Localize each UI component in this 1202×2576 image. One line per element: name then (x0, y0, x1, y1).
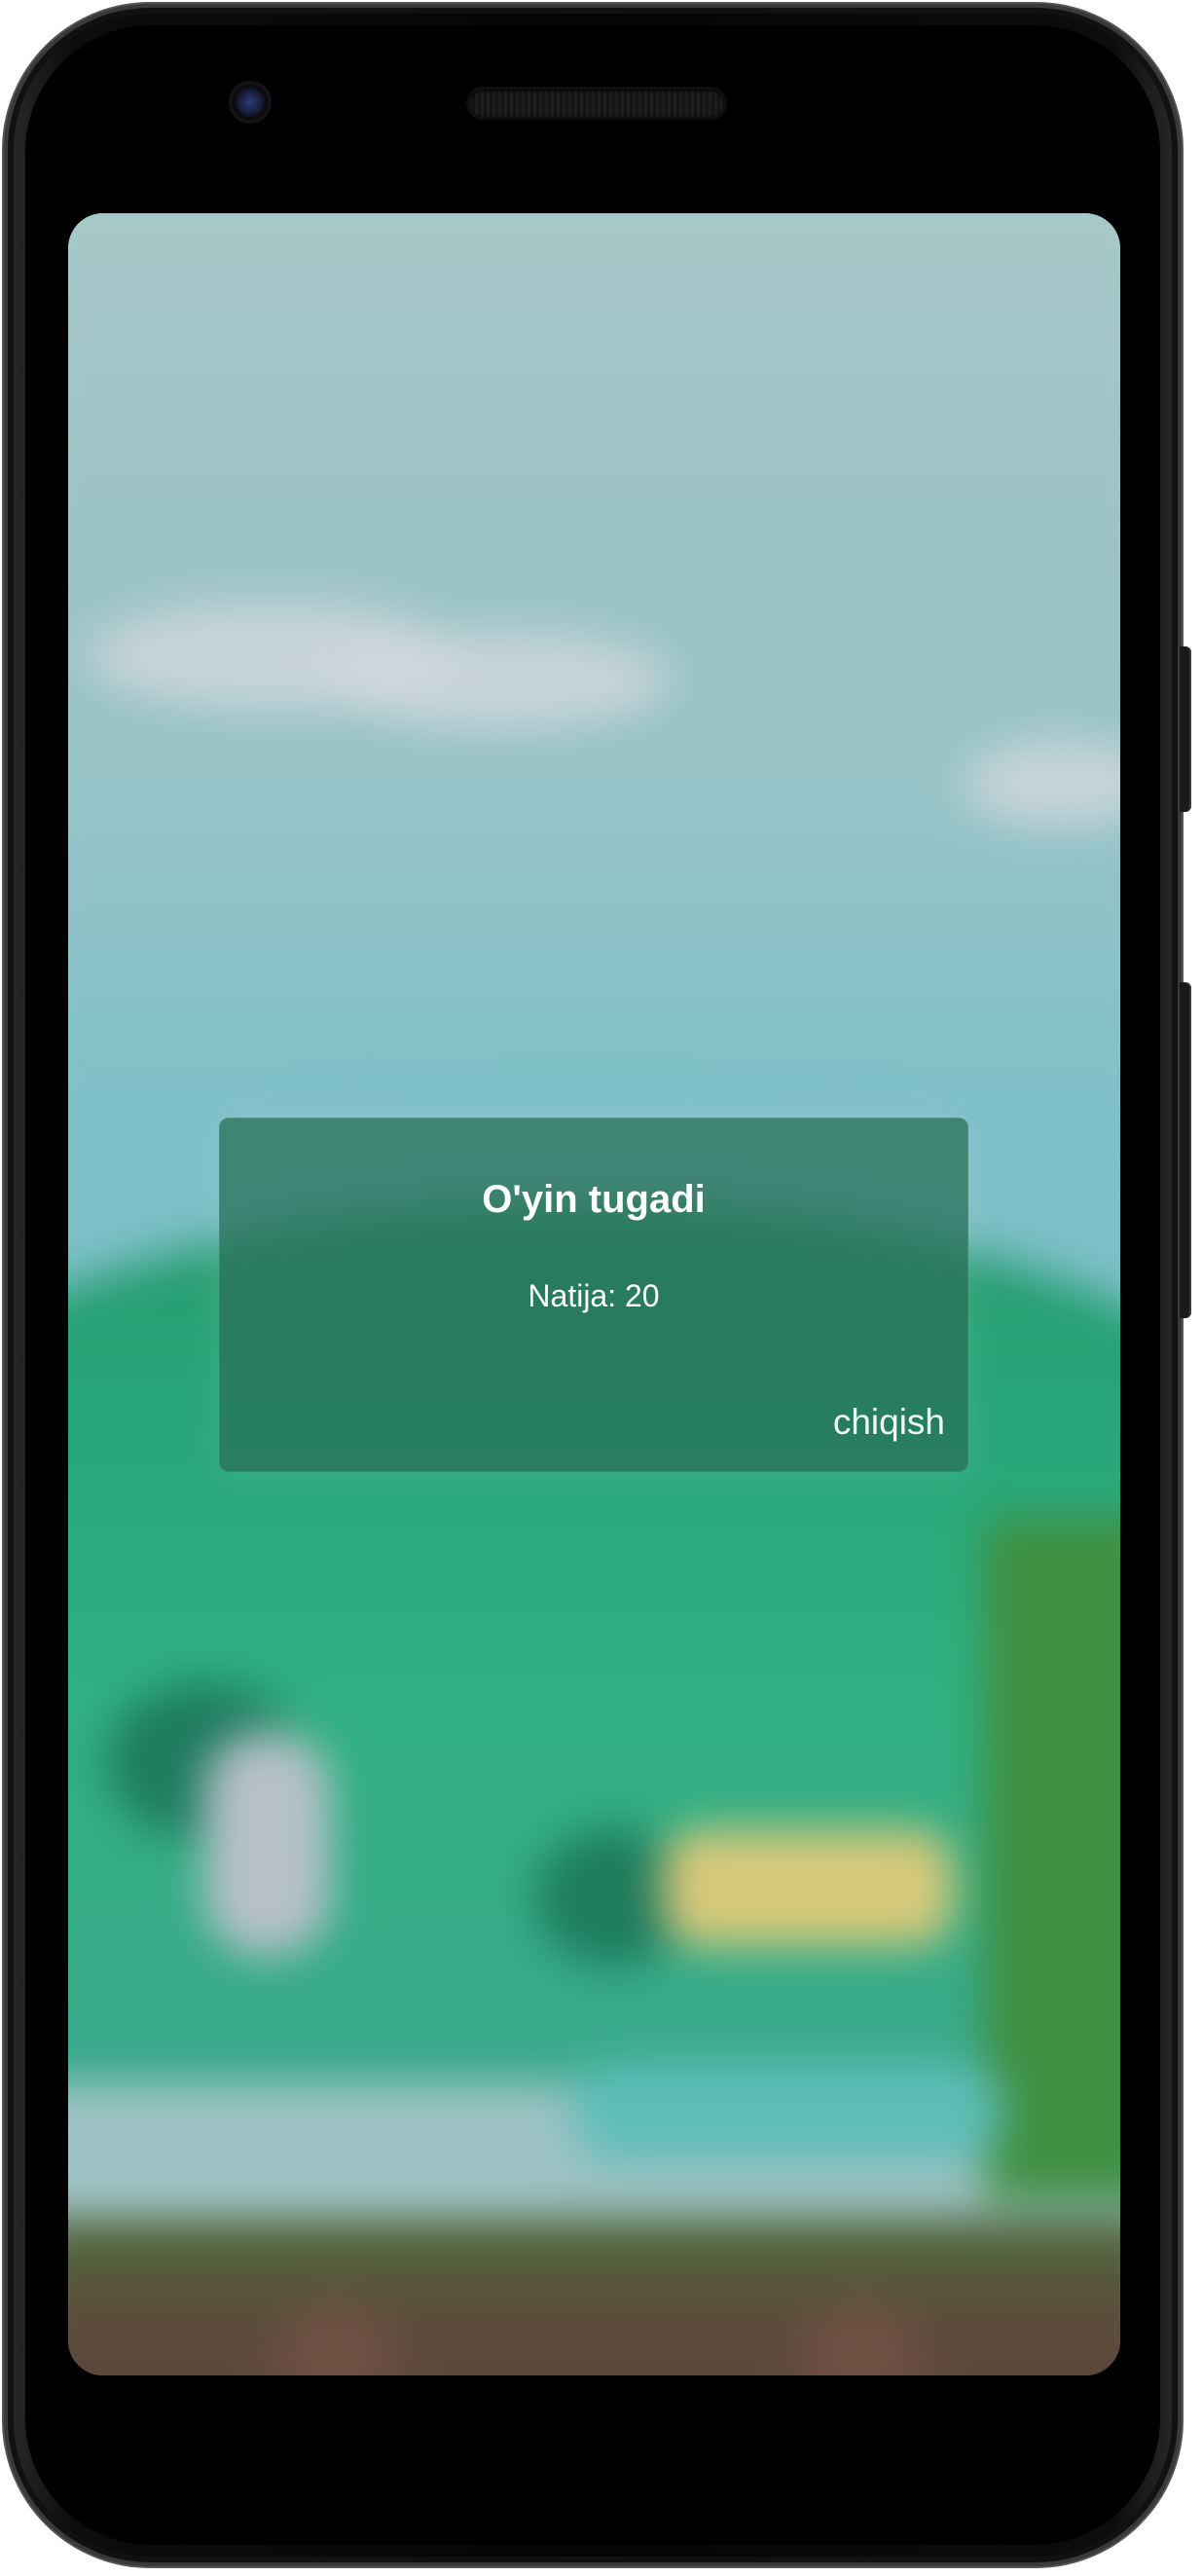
game-over-dialog: O'yin tugadi Natija: 20 chiqish (219, 1118, 968, 1472)
power-button (1180, 646, 1191, 812)
grass-edge (984, 1518, 1120, 2199)
water-strip (574, 2063, 1002, 2160)
yellow-platform (662, 1829, 954, 1946)
volume-button (1180, 982, 1191, 1318)
dialog-title: O'yin tugadi (482, 1178, 706, 1221)
cloud (321, 632, 672, 729)
score-text: Natija: 20 (528, 1278, 660, 1313)
exit-button[interactable]: chiqish (833, 1402, 945, 1443)
game-screen: O'yin tugadi Natija: 20 chiqish (68, 213, 1120, 2375)
ground (68, 2219, 1120, 2375)
front-camera-icon (232, 84, 269, 121)
character-figure (204, 1732, 331, 1956)
earpiece-speaker (469, 90, 724, 117)
